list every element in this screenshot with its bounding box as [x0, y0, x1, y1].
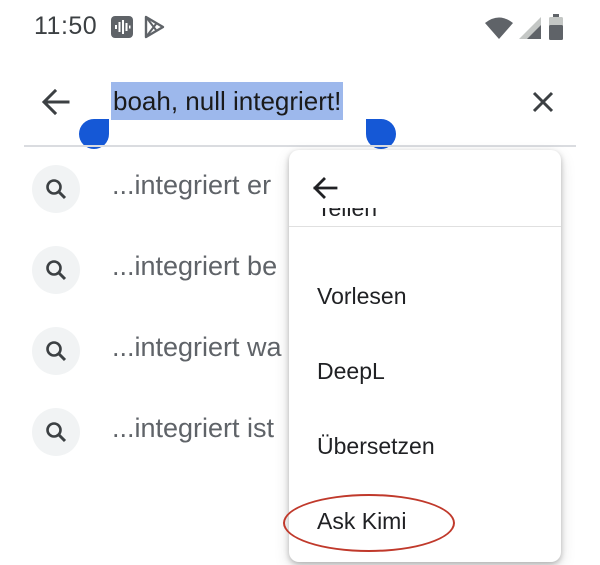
menu-item-deepl[interactable]: DeepL: [289, 341, 561, 401]
text-selection-menu: Teilen Vorlesen DeepL Übersetzen Ask Kim…: [289, 150, 561, 562]
menu-item-uebersetzen[interactable]: Übersetzen: [289, 416, 561, 476]
search-icon: [32, 327, 80, 375]
menu-item-ask-kimi[interactable]: Ask Kimi: [289, 491, 561, 551]
suggestion-text: ...integriert wa: [112, 332, 282, 362]
battery-icon: [549, 14, 563, 45]
clear-icon[interactable]: [527, 86, 559, 118]
search-icon: [32, 165, 80, 213]
suggestion-text: ...integriert er: [112, 170, 272, 200]
search-icon: [32, 246, 80, 294]
menu-item-share-clipped[interactable]: Teilen: [317, 208, 517, 227]
menu-separator: [289, 226, 561, 227]
search-icon: [32, 408, 80, 456]
status-time: 11:50: [34, 12, 98, 40]
menu-back-arrow-icon[interactable]: [311, 174, 339, 202]
back-arrow-icon[interactable]: [40, 86, 72, 118]
wifi-icon: [484, 16, 514, 45]
suggestion-text: ...integriert be: [112, 251, 278, 281]
voice-memo-icon: [110, 15, 134, 39]
search-divider: [24, 145, 576, 147]
menu-item-label: Teilen: [317, 208, 378, 221]
suggestion-text: ...integriert ist: [112, 413, 275, 443]
menu-item-vorlesen[interactable]: Vorlesen: [289, 266, 561, 326]
selected-query-text[interactable]: boah, null integriert!: [111, 82, 344, 120]
search-input[interactable]: boah, null integriert!: [111, 82, 344, 120]
play-store-icon: [142, 15, 166, 39]
cell-signal-icon: [518, 16, 542, 45]
